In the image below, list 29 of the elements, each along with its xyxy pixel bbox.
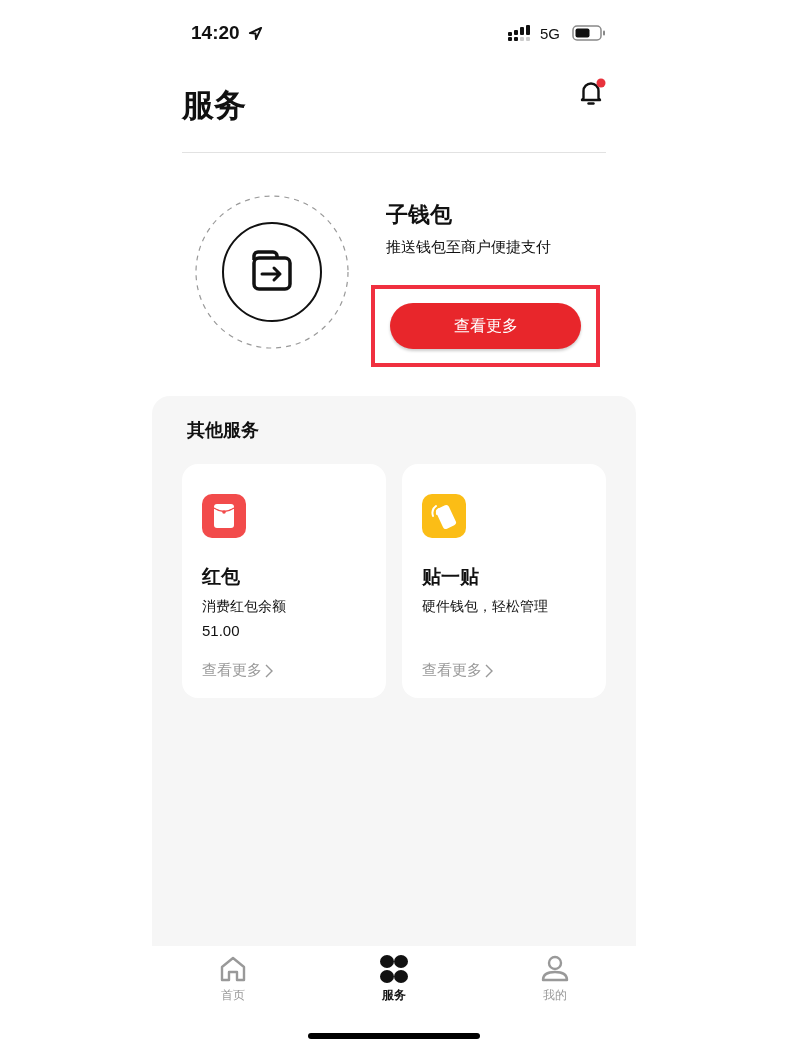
card-title: 红包	[202, 564, 240, 589]
battery-icon	[572, 25, 606, 41]
card-title: 贴一贴	[422, 564, 479, 589]
four-petal-icon	[379, 954, 409, 984]
person-icon	[540, 954, 571, 984]
card-description: 硬件钱包，轻松管理	[422, 598, 548, 616]
view-more-button[interactable]: 查看更多	[390, 303, 581, 349]
section-title: 其他服务	[187, 418, 260, 442]
phone-tap-icon	[422, 494, 466, 538]
card-description: 消费红包余额	[202, 598, 286, 616]
tab-item[interactable]: 首页	[152, 946, 314, 1014]
service-card[interactable]: 红包 消费红包余额 51.00 查看更多	[182, 464, 386, 698]
network-label: 5G	[540, 24, 560, 42]
view-more-link[interactable]: 查看更多	[422, 661, 493, 680]
envelope-icon	[202, 494, 246, 538]
page-title: 服务	[182, 86, 246, 125]
status-time: 14:20	[191, 22, 240, 44]
tab-item[interactable]: 我的	[474, 946, 636, 1014]
signal-icon	[508, 25, 532, 41]
balance-amount: 51.00	[202, 622, 240, 639]
wallet-title: 子钱包	[386, 201, 452, 229]
wallet-subtitle: 推送钱包至商户便捷支付	[386, 238, 551, 257]
chevron-right-icon	[265, 663, 273, 678]
service-card[interactable]: 贴一贴 硬件钱包，轻松管理 查看更多	[402, 464, 606, 698]
tab-item[interactable]: 服务	[313, 946, 475, 1014]
view-more-link[interactable]: 查看更多	[202, 661, 273, 680]
chevron-right-icon	[485, 663, 493, 678]
location-arrow-icon	[247, 25, 263, 41]
wallet-transfer-icon	[194, 194, 350, 350]
